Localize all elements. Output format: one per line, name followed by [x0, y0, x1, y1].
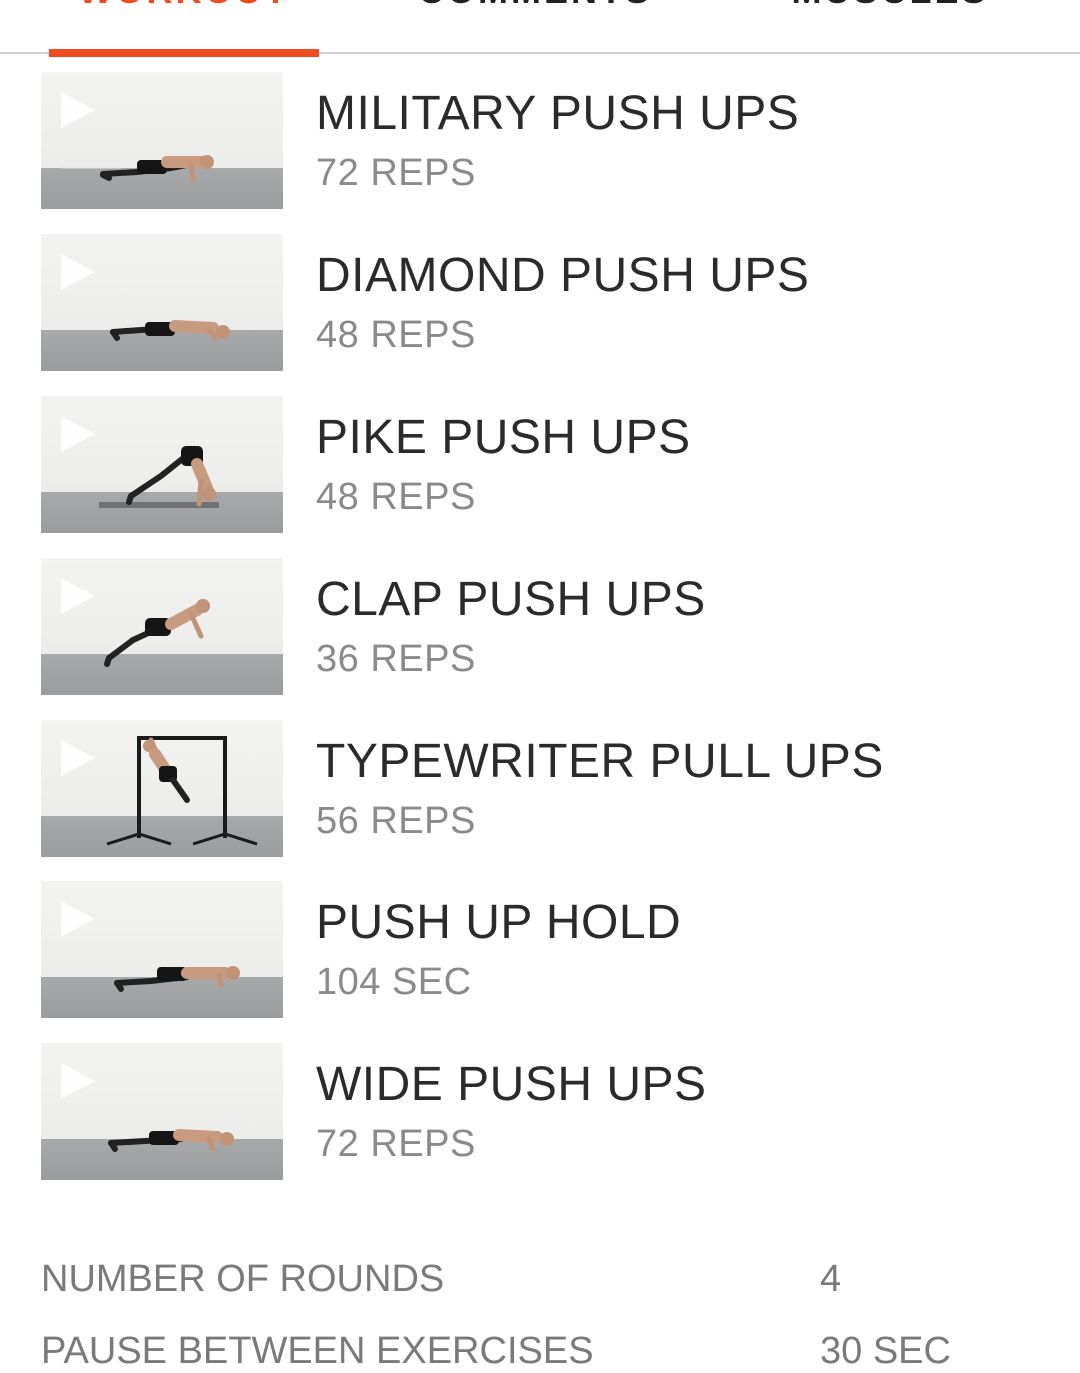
- exercise-amount: 72 REPS: [316, 1123, 476, 1165]
- play-icon: [61, 416, 95, 452]
- pause-value: 30 SEC: [820, 1330, 951, 1372]
- play-icon: [61, 254, 95, 290]
- exercise-amount: 104 SEC: [316, 961, 472, 1003]
- exercise-video-thumbnail[interactable]: [41, 558, 283, 695]
- exercise-name: MILITARY PUSH UPS: [316, 87, 800, 140]
- play-icon: [61, 92, 95, 128]
- exercise-row-clap-push-ups[interactable]: CLAP PUSH UPS 36 REPS: [0, 558, 1080, 696]
- play-icon: [61, 740, 95, 776]
- tab-bar: WORKOUT COMMENTS MUSCLES: [0, 0, 1080, 54]
- exercise-row-typewriter-pull-ups[interactable]: TYPEWRITER PULL UPS 56 REPS: [0, 720, 1080, 858]
- exercise-row-military-push-ups[interactable]: MILITARY PUSH UPS 72 REPS: [0, 72, 1080, 210]
- exercise-name: CLAP PUSH UPS: [316, 573, 706, 626]
- exercise-row-push-up-hold[interactable]: PUSH UP HOLD 104 SEC: [0, 881, 1080, 1019]
- exercise-amount: 48 REPS: [316, 314, 476, 356]
- tab-workout[interactable]: WORKOUT: [49, 0, 319, 12]
- exercise-video-thumbnail[interactable]: [41, 881, 283, 1018]
- exercise-video-thumbnail[interactable]: [41, 720, 283, 857]
- exercise-row-wide-push-ups[interactable]: WIDE PUSH UPS 72 REPS: [0, 1043, 1080, 1181]
- active-tab-indicator: [49, 49, 319, 57]
- exercise-name: DIAMOND PUSH UPS: [316, 249, 810, 302]
- exercise-name: PUSH UP HOLD: [316, 896, 682, 949]
- exercise-amount: 56 REPS: [316, 800, 476, 842]
- exercise-row-pike-push-ups[interactable]: PIKE PUSH UPS 48 REPS: [0, 396, 1080, 534]
- exercise-video-thumbnail[interactable]: [41, 234, 283, 371]
- exercise-name: TYPEWRITER PULL UPS: [316, 735, 884, 788]
- tab-muscles[interactable]: MUSCLES: [750, 0, 1030, 12]
- exercise-row-diamond-push-ups[interactable]: DIAMOND PUSH UPS 48 REPS: [0, 234, 1080, 372]
- rounds-label: NUMBER OF ROUNDS: [41, 1258, 445, 1300]
- pause-label: PAUSE BETWEEN EXERCISES: [41, 1330, 594, 1372]
- tab-comments[interactable]: COMMENTS: [380, 0, 690, 12]
- rounds-value: 4: [820, 1258, 842, 1300]
- play-icon: [61, 1063, 95, 1099]
- exercise-name: WIDE PUSH UPS: [316, 1058, 707, 1111]
- exercise-video-thumbnail[interactable]: [41, 396, 283, 533]
- exercise-amount: 72 REPS: [316, 152, 476, 194]
- exercise-name: PIKE PUSH UPS: [316, 411, 691, 464]
- play-icon: [61, 578, 95, 614]
- play-icon: [61, 901, 95, 937]
- exercise-video-thumbnail[interactable]: [41, 72, 283, 209]
- exercise-video-thumbnail[interactable]: [41, 1043, 283, 1180]
- exercise-amount: 48 REPS: [316, 476, 476, 518]
- exercise-amount: 36 REPS: [316, 638, 476, 680]
